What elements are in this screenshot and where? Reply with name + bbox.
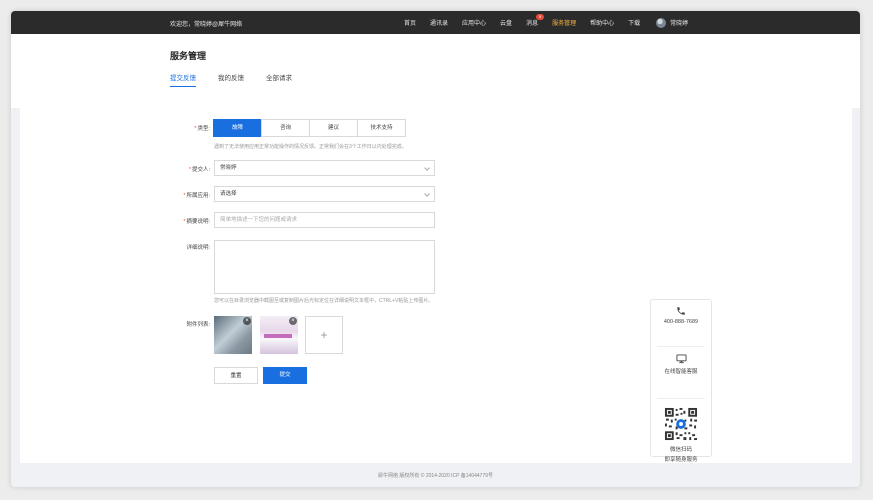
attachment-thumbnail[interactable]: × bbox=[260, 316, 298, 354]
type-selector: 故障 咨询 建议 技术支持 bbox=[213, 119, 406, 137]
monitor-icon bbox=[676, 354, 686, 364]
detail-textarea[interactable] bbox=[214, 240, 435, 294]
detail-label: 详细说明: bbox=[186, 245, 210, 251]
submitter-value: 常晓婷 bbox=[220, 165, 237, 171]
top-nav: 首页 通讯录 应用中心 云盘 消息 9 服务管理 帮助中心 下载 常晓婷 bbox=[404, 11, 688, 34]
message-count-badge: 9 bbox=[536, 14, 545, 20]
page-title: 服务管理 bbox=[170, 51, 207, 61]
tab-my-feedback[interactable]: 我的反馈 bbox=[218, 72, 244, 87]
attachment-thumbnail[interactable]: × bbox=[214, 316, 252, 354]
summary-label: *摘要说明: bbox=[183, 219, 210, 225]
close-icon[interactable]: × bbox=[289, 317, 297, 325]
add-attachment-button[interactable]: + bbox=[305, 316, 343, 354]
tab-all-requests[interactable]: 全部请求 bbox=[266, 72, 292, 87]
phone-number: 400-888-7689 bbox=[663, 319, 699, 325]
page-header bbox=[11, 34, 860, 108]
wechat-section: 微信扫码 即享随身服务 bbox=[657, 407, 705, 463]
online-service-section[interactable]: 在线智能客服 bbox=[657, 354, 705, 399]
feedback-form-area: *类型: 故障 咨询 建议 技术支持 遇到了无法使用应用正常功能操作的情况反馈。… bbox=[20, 108, 852, 463]
app-label: *所属应用: bbox=[183, 193, 210, 199]
contact-side-panel: 400-888-7689 在线智能客服 微信扫码 即享随身服务 bbox=[650, 299, 712, 463]
nav-item-contacts[interactable]: 通讯录 bbox=[430, 18, 448, 27]
welcome-text: 欢迎您，常晓婷@犀牛网络 bbox=[170, 22, 243, 28]
type-option-suggestion[interactable]: 建议 bbox=[309, 119, 358, 137]
app-placeholder: 请选择 bbox=[220, 191, 237, 197]
close-icon[interactable]: × bbox=[243, 317, 251, 325]
type-option-consult[interactable]: 咨询 bbox=[261, 119, 310, 137]
nav-item-help-center[interactable]: 帮助中心 bbox=[590, 18, 614, 27]
type-option-fault[interactable]: 故障 bbox=[213, 119, 262, 137]
nav-item-download[interactable]: 下载 bbox=[628, 18, 640, 27]
phone-icon bbox=[677, 307, 685, 315]
qr-code-icon bbox=[664, 407, 698, 441]
chevron-down-icon bbox=[424, 165, 430, 171]
submitter-select[interactable]: 常晓婷 bbox=[214, 160, 435, 176]
submitter-label: *提交人: bbox=[188, 167, 210, 173]
browser-window: 欢迎您，常晓婷@犀牛网络 首页 通讯录 应用中心 云盘 消息 9 服务管理 帮助… bbox=[11, 11, 860, 487]
top-navigation-bar: 欢迎您，常晓婷@犀牛网络 首页 通讯录 应用中心 云盘 消息 9 服务管理 帮助… bbox=[11, 11, 860, 34]
submit-button[interactable]: 提交 bbox=[263, 367, 307, 384]
online-service-label: 在线智能客服 bbox=[664, 369, 698, 375]
nav-item-home[interactable]: 首页 bbox=[404, 18, 416, 27]
phone-section: 400-888-7689 bbox=[657, 306, 705, 347]
app-select[interactable]: 请选择 bbox=[214, 186, 435, 202]
wechat-service-label: 即享随身服务 bbox=[664, 457, 698, 463]
tab-bar: 提交反馈 我的反馈 全部请求 bbox=[170, 72, 314, 87]
footer-copyright: 犀牛网络 版权所有 © 2014-2020 ICP 备14044779号 bbox=[377, 473, 494, 479]
tab-submit-feedback[interactable]: 提交反馈 bbox=[170, 72, 196, 87]
nav-item-cloud-drive[interactable]: 云盘 bbox=[500, 18, 512, 27]
nav-item-app-center[interactable]: 应用中心 bbox=[462, 18, 486, 27]
avatar bbox=[656, 17, 667, 28]
attachments-label: 附件列表: bbox=[186, 322, 210, 328]
nav-item-messages-label: 消息 bbox=[526, 21, 539, 27]
nav-item-messages[interactable]: 消息 9 bbox=[526, 14, 545, 27]
type-label: *类型: bbox=[194, 126, 210, 132]
chevron-down-icon bbox=[424, 191, 430, 197]
reset-button[interactable]: 重置 bbox=[214, 367, 258, 384]
type-option-tech-support[interactable]: 技术支持 bbox=[357, 119, 406, 137]
summary-input[interactable]: 简单地描述一下您的问题或请求 bbox=[214, 212, 435, 228]
user-name: 常晓婷 bbox=[670, 21, 689, 27]
detail-hint: 您可以在目录浏览器中截图至或复制图片后光标定位在详细说明文本框中，CTRL+V粘… bbox=[214, 298, 434, 304]
type-hint: 遇到了无法使用应用正常功能操作的情况反馈。正常我们会在3个工作日以内处理完成。 bbox=[214, 144, 407, 150]
plus-icon: + bbox=[320, 328, 328, 342]
nav-item-service-management[interactable]: 服务管理 bbox=[552, 18, 576, 27]
user-menu[interactable]: 常晓婷 bbox=[656, 17, 689, 28]
wechat-scan-label: 微信扫码 bbox=[669, 447, 692, 453]
